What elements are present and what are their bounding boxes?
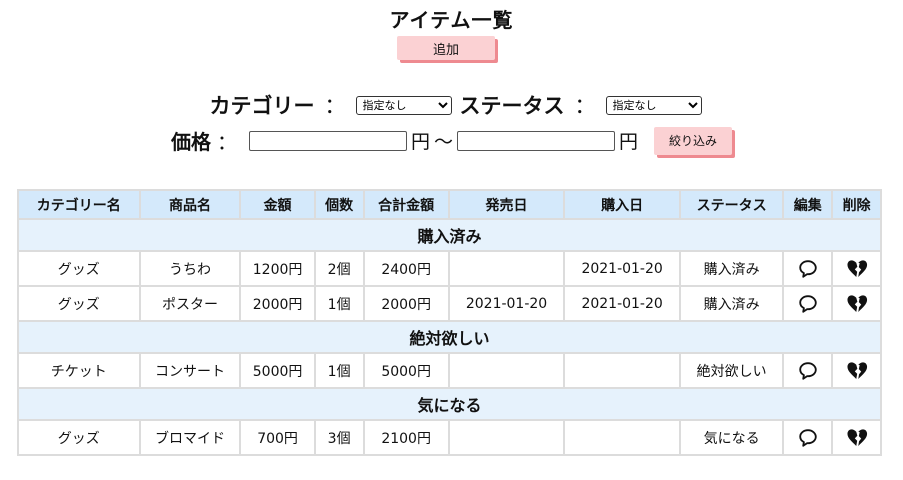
group-name: 購入済み	[19, 220, 880, 250]
group-header-row: 気になる	[19, 389, 880, 419]
cell-purchase-date	[565, 354, 679, 387]
cell-total: 2000円	[364, 287, 448, 320]
yen-unit: 円	[619, 131, 639, 153]
edit-cell	[784, 354, 832, 387]
broken-heart-icon[interactable]	[846, 427, 868, 449]
cell-price: 5000円	[241, 354, 314, 387]
header-item-name: 商品名	[140, 191, 240, 218]
cell-quantity: 2個	[315, 252, 363, 285]
group-name: 絶対欲しい	[19, 322, 880, 352]
cell-total: 5000円	[364, 354, 448, 387]
table-body: 購入済み グッズ うちわ 1200円 2個 2400円 2021-01-20 購入済み グッズポ…	[19, 220, 880, 454]
cell-category: チケット	[19, 354, 139, 387]
status-filter-label: ステータス	[459, 94, 565, 118]
table-header-row: カテゴリー名 商品名 金額 個数 合計金額 発売日 購入日 ステータス 編集 削…	[19, 191, 880, 218]
cell-release-date	[449, 354, 564, 387]
cell-status: 購入済み	[680, 287, 783, 320]
yen-unit: 円	[410, 131, 430, 153]
cell-status: 絶対欲しい	[680, 354, 783, 387]
cell-release-date: 2021-01-20	[449, 287, 564, 320]
header-edit: 編集	[784, 191, 832, 218]
colon-text: ：	[324, 94, 346, 118]
cell-quantity: 3個	[315, 421, 363, 454]
broken-heart-icon[interactable]	[846, 360, 868, 382]
cell-purchase-date: 2021-01-20	[565, 252, 679, 285]
price-filter-label: 価格	[170, 130, 211, 154]
cell-quantity: 1個	[315, 354, 363, 387]
header-price: 金額	[241, 191, 314, 218]
header-category: カテゴリー名	[19, 191, 139, 218]
edit-cell	[784, 421, 832, 454]
header-release-date: 発売日	[449, 191, 564, 218]
edit-cell	[784, 252, 832, 285]
colon-text: ：	[574, 94, 596, 118]
edit-cell	[784, 287, 832, 320]
group-name: 気になる	[19, 389, 880, 419]
group-header-row: 購入済み	[19, 220, 880, 250]
cell-release-date	[449, 421, 564, 454]
add-button[interactable]: 追加	[397, 36, 495, 60]
cell-purchase-date	[565, 421, 679, 454]
speech-bubble-icon[interactable]	[797, 427, 819, 449]
header-total: 合計金額	[364, 191, 448, 218]
items-table: カテゴリー名 商品名 金額 個数 合計金額 発売日 購入日 ステータス 編集 削…	[17, 189, 882, 456]
cell-price: 700円	[241, 421, 314, 454]
cell-status: 気になる	[680, 421, 783, 454]
cell-item-name: ポスター	[140, 287, 240, 320]
speech-bubble-icon[interactable]	[797, 258, 819, 280]
speech-bubble-icon[interactable]	[797, 293, 819, 315]
cell-release-date	[449, 252, 564, 285]
header-status: ステータス	[680, 191, 783, 218]
cell-item-name: ブロマイド	[140, 421, 240, 454]
cell-price: 1200円	[241, 252, 314, 285]
header-delete: 削除	[833, 191, 880, 218]
cell-category: グッズ	[19, 252, 139, 285]
table-row: グッズ ブロマイド 700円 3個 2100円 気になる	[19, 421, 880, 454]
filter-row-price: 価格 ： 円〜 円 絞り込み	[0, 126, 903, 155]
range-separator: 〜	[433, 131, 453, 153]
table-row: グッズ うちわ 1200円 2個 2400円 2021-01-20 購入済み	[19, 252, 880, 285]
header-purchase-date: 購入日	[565, 191, 679, 218]
cell-quantity: 1個	[315, 287, 363, 320]
delete-cell	[833, 354, 880, 387]
delete-cell	[833, 252, 880, 285]
table-row: チケット コンサート 5000円 1個 5000円 絶対欲しい	[19, 354, 880, 387]
page-title: アイテム一覧	[389, 8, 514, 32]
broken-heart-icon[interactable]	[846, 293, 868, 315]
price-max-input[interactable]	[457, 130, 615, 151]
delete-cell	[833, 287, 880, 320]
cell-total: 2400円	[364, 252, 448, 285]
group-header-row: 絶対欲しい	[19, 322, 880, 352]
cell-category: グッズ	[19, 421, 139, 454]
cell-item-name: うちわ	[140, 252, 240, 285]
cell-price: 2000円	[241, 287, 314, 320]
category-select[interactable]: 指定なし	[355, 95, 452, 115]
filter-submit-button[interactable]: 絞り込み	[654, 126, 733, 155]
price-min-input[interactable]	[248, 130, 407, 151]
category-filter-label: カテゴリー	[209, 94, 315, 118]
cell-category: グッズ	[19, 287, 139, 320]
cell-total: 2100円	[364, 421, 448, 454]
cell-item-name: コンサート	[140, 354, 240, 387]
filter-row-category-status: カテゴリー ： 指定なし ステータス ： 指定なし	[0, 90, 903, 120]
broken-heart-icon[interactable]	[846, 258, 868, 280]
table-row: グッズ ポスター 2000円 1個 2000円 2021-01-20 2021-01-20 購…	[19, 287, 880, 320]
delete-cell	[833, 421, 880, 454]
colon-text: ：	[216, 130, 237, 154]
header-quantity: 個数	[315, 191, 363, 218]
speech-bubble-icon[interactable]	[797, 360, 819, 382]
status-select[interactable]: 指定なし	[605, 95, 702, 115]
cell-purchase-date: 2021-01-20	[565, 287, 679, 320]
cell-status: 購入済み	[680, 252, 783, 285]
